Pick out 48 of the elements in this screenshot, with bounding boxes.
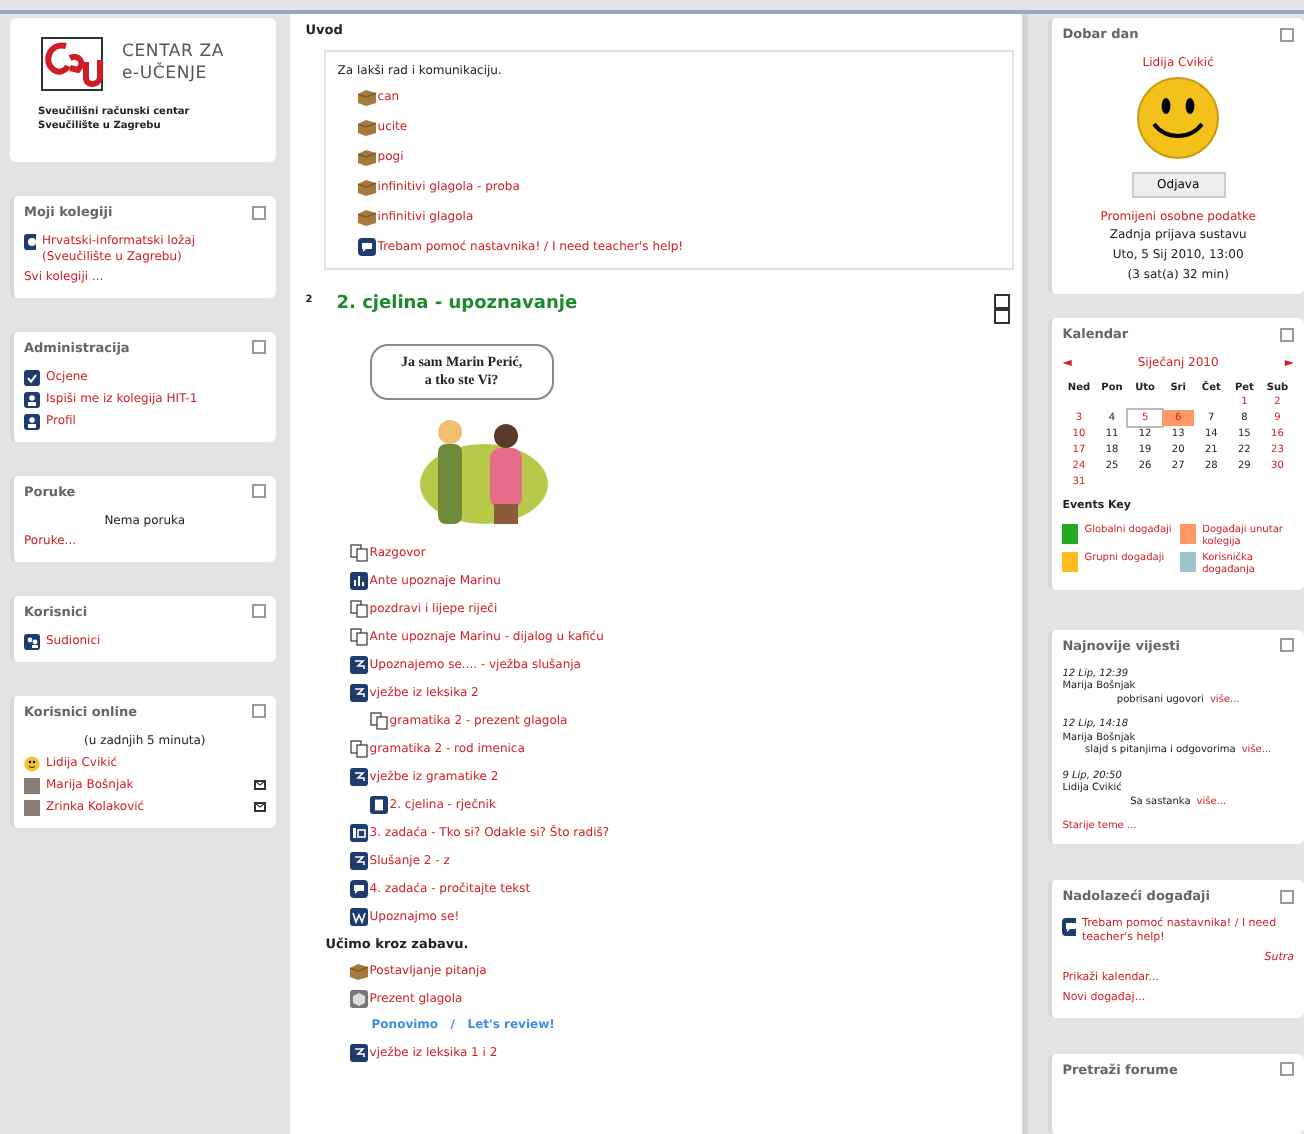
box-icon [357,147,376,166]
toggle-icon[interactable] [251,205,266,219]
box-icon [349,962,368,981]
toggle-icon[interactable] [1280,638,1294,653]
event-color-swatch[interactable] [1180,552,1197,573]
quiz-icon [349,655,368,674]
cube-icon [349,990,368,1009]
quiz-icon [349,1043,368,1062]
box-icon [357,87,376,106]
event-color-swatch[interactable] [1180,523,1197,544]
speech-bubble-icon [357,237,376,256]
wiki-icon [349,907,368,926]
message-icon[interactable] [253,780,266,791]
event-color-swatch[interactable] [1062,523,1079,544]
person-icon [24,391,40,407]
quiz-icon [349,851,368,870]
box-icon [357,177,376,196]
message-icon[interactable] [253,802,266,813]
smiley-icon [24,755,40,772]
toggle-icon[interactable] [251,704,266,719]
section-heading: 2. cjelina - upoznavanje [336,293,578,314]
logo-text: e-UČENJE [122,64,209,86]
toggle-icon[interactable] [1280,327,1294,342]
document-icon [349,543,368,562]
toggle-icon[interactable] [251,604,266,619]
toggle-icon[interactable] [251,340,266,354]
person-icon [24,413,40,429]
box-icon [357,207,376,226]
assignment-icon [349,823,368,842]
smiley-icon [1136,75,1221,159]
chart-icon [349,571,368,590]
toggle-icon[interactable] [1280,27,1294,41]
course-icon [24,234,37,250]
logo-text: CENTAR ZA [122,42,224,63]
event-color-swatch[interactable] [1062,552,1079,573]
quiz-icon [349,767,368,786]
box-icon [357,117,376,136]
toggle-icon[interactable] [1280,889,1294,904]
toggle-icon[interactable] [251,484,266,498]
toggle-icon[interactable] [1280,1062,1294,1077]
checkmark-icon [24,369,40,385]
logo-icon [38,34,106,94]
quiz-icon [349,683,368,702]
toggle-icon[interactable] [994,293,1011,324]
speech-bubble-icon [1062,918,1077,937]
users-icon [24,633,40,650]
speech-bubble-icon [349,879,368,898]
page-icon [369,795,388,814]
